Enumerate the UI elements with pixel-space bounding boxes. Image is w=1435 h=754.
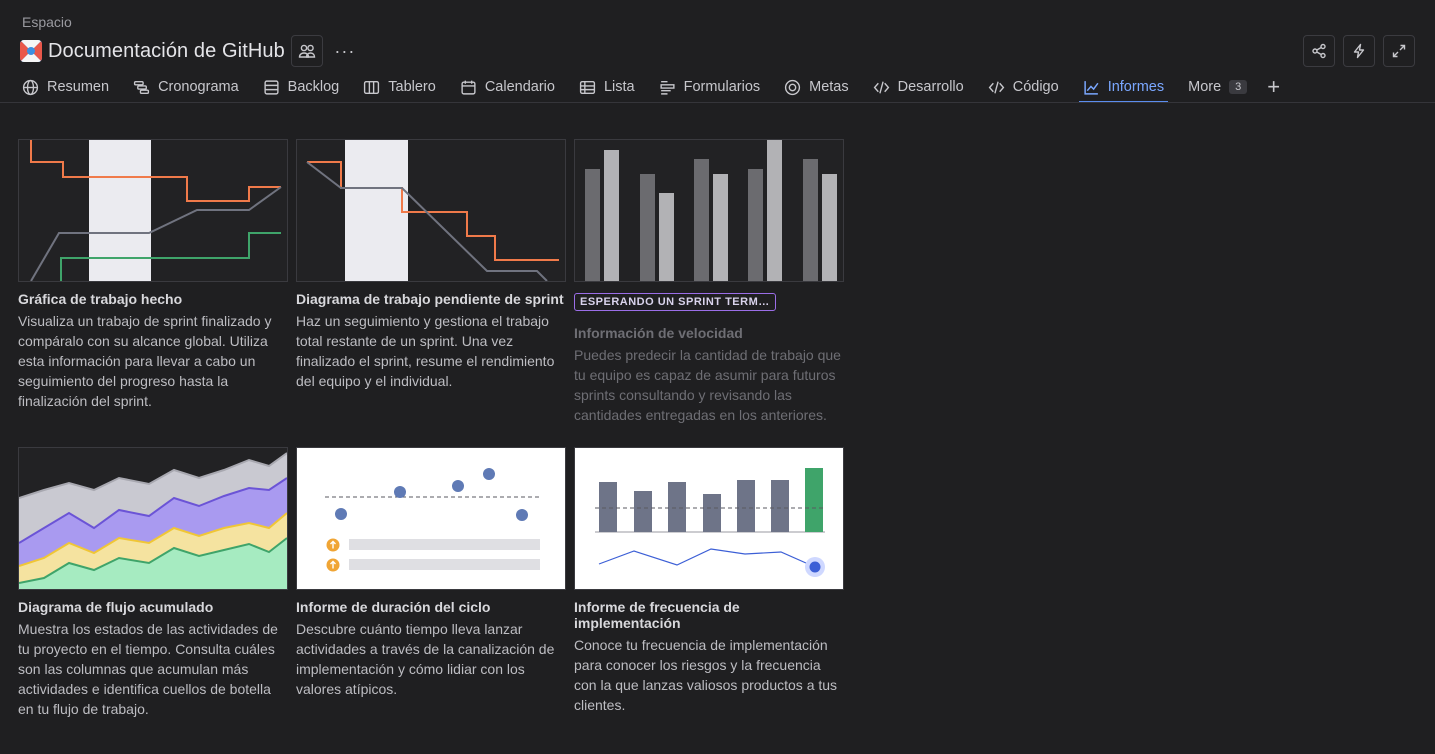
tab-lista[interactable]: Lista — [579, 72, 635, 102]
tab-formularios[interactable]: Formularios — [659, 72, 761, 102]
tab-label: Tablero — [388, 79, 436, 95]
tab-more[interactable]: More 3 — [1188, 72, 1248, 102]
card-description: Puedes predecir la cantidad de trabajo q… — [574, 347, 841, 423]
tab-codigo[interactable]: Código — [988, 72, 1059, 102]
code-icon — [873, 80, 889, 94]
card-description: Conoce tu frecuencia de implementación p… — [574, 637, 838, 713]
deployment-frequency-thumbnail — [574, 447, 844, 590]
space-label: Espacio — [22, 14, 72, 30]
card-title: Diagrama de flujo acumulado — [18, 599, 214, 615]
card-title: Información de velocidad — [574, 325, 743, 341]
lightning-icon — [1353, 43, 1365, 59]
project-tabs: Resumen Cronograma Backlog Tablero Calen… — [22, 72, 1280, 103]
tab-label: Desarrollo — [897, 79, 964, 95]
expand-icon — [1392, 44, 1406, 58]
tab-backlog[interactable]: Backlog — [263, 72, 340, 102]
report-card-velocity[interactable]: ESPERANDO UN SPRINT TERMINADO Informació… — [574, 139, 844, 425]
people-icon — [298, 44, 316, 58]
tab-calendario[interactable]: Calendario — [460, 72, 555, 102]
more-actions-button[interactable]: ··· — [333, 41, 357, 62]
burnup-thumbnail — [18, 139, 288, 282]
tab-label: Código — [1012, 79, 1059, 95]
page-title: Documentación de GitHub — [48, 39, 285, 62]
status-badge: ESPERANDO UN SPRINT TERMINADO — [574, 293, 776, 311]
add-tab-button[interactable]: + — [1267, 76, 1280, 98]
velocity-thumbnail — [574, 139, 844, 282]
tab-resumen[interactable]: Resumen — [22, 72, 109, 102]
globe-icon — [22, 79, 39, 95]
card-description: Muestra los estados de las actividades d… — [18, 621, 278, 717]
calendar-icon — [461, 80, 476, 95]
forms-icon — [660, 80, 675, 95]
report-card-burnup[interactable]: Gráfica de trabajo hecho Visualiza un tr… — [18, 139, 288, 411]
code-icon — [988, 80, 1005, 94]
tab-label: Metas — [809, 79, 849, 95]
card-title: Informe de frecuencia de implementación — [574, 599, 740, 631]
chart-icon — [1084, 80, 1099, 95]
card-title: Gráfica de trabajo hecho — [18, 291, 183, 307]
tab-label: Cronograma — [158, 79, 239, 95]
tab-label: Resumen — [47, 79, 110, 95]
more-count-badge: 3 — [1229, 80, 1248, 94]
tab-label: Backlog — [287, 79, 340, 95]
share-icon — [1312, 43, 1326, 59]
project-logo-icon — [20, 40, 42, 62]
report-card-burndown[interactable]: Diagrama de trabajo pendiente de sprint … — [296, 139, 566, 391]
report-card-cumulative-flow[interactable]: Diagrama de flujo acumulado Muestra los … — [18, 447, 288, 719]
tab-cronograma[interactable]: Cronograma — [133, 72, 239, 102]
project-header: Documentación de GitHub ··· — [20, 35, 357, 67]
card-description: Haz un seguimiento y gestiona el trabajo… — [296, 313, 555, 389]
timeline-icon — [133, 80, 150, 94]
tab-label: Calendario — [484, 79, 555, 95]
cycle-time-thumbnail — [296, 447, 566, 590]
card-title: Diagrama de trabajo pendiente de sprint — [296, 291, 564, 307]
list-icon — [579, 80, 596, 94]
report-card-deployment-frequency[interactable]: Informe de frecuencia de implementación … — [574, 447, 844, 715]
automation-button[interactable] — [1343, 35, 1375, 67]
tab-metas[interactable]: Metas — [784, 72, 849, 102]
card-description: Descubre cuánto tiempo lleva lanzar acti… — [296, 621, 555, 697]
expand-button[interactable] — [1383, 35, 1415, 67]
burndown-thumbnail — [296, 139, 566, 282]
tab-tablero[interactable]: Tablero — [363, 72, 436, 102]
tabs-divider — [0, 102, 1435, 103]
team-button[interactable] — [290, 35, 323, 67]
goals-icon — [785, 79, 801, 95]
card-description: Visualiza un trabajo de sprint finalizad… — [18, 313, 272, 409]
board-icon — [364, 80, 380, 94]
tab-label: Informes — [1107, 79, 1165, 95]
backlog-icon — [264, 79, 279, 95]
tab-label: Formularios — [683, 79, 761, 95]
report-card-cycle-time[interactable]: Informe de duración del ciclo Descubre c… — [296, 447, 566, 699]
share-button[interactable] — [1303, 35, 1335, 67]
tab-informes[interactable]: Informes — [1078, 72, 1169, 103]
tab-desarrollo[interactable]: Desarrollo — [873, 72, 964, 102]
card-title: Informe de duración del ciclo — [296, 599, 491, 615]
tab-label: Lista — [603, 79, 635, 95]
cumulative-flow-thumbnail — [18, 447, 288, 590]
tab-label: More — [1188, 79, 1222, 95]
